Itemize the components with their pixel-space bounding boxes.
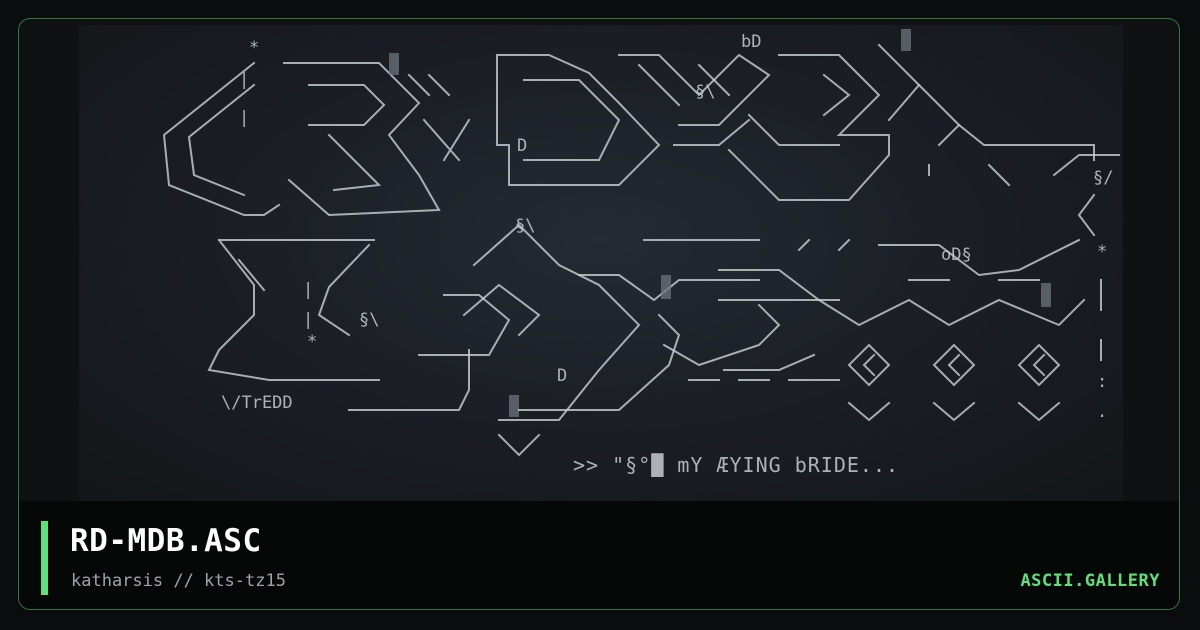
ascii-tag-glyph: §\ xyxy=(359,310,379,330)
card-footer: RD-MDB.ASC katharsis // kts-tz15 ASCII.G… xyxy=(19,501,1179,609)
artwork-title: RD-MDB.ASC xyxy=(70,523,262,559)
artist-credit: katharsis // kts-tz15 xyxy=(71,571,286,591)
ascii-tag-glyph: §\ xyxy=(515,216,535,236)
ascii-shade-block xyxy=(509,395,519,417)
ascii-letters-mid-right: oD§ * : . xyxy=(643,238,1107,422)
ascii-tag-glyph: bD xyxy=(741,32,761,52)
gallery-card: * | | D §\ bD §/ | | * §\ \/TrEDD §\ D o… xyxy=(18,18,1180,610)
ascii-colon-glyph: : xyxy=(1097,372,1107,392)
ascii-shade-block xyxy=(389,53,399,75)
ascii-bar-glyph: | xyxy=(303,310,313,330)
ascii-tag-glyph: §/ xyxy=(1093,168,1113,188)
ascii-tag-glyph: §\ xyxy=(695,82,715,102)
ascii-bar-glyph: | xyxy=(239,70,249,90)
ascii-letters-top-right: bD §/ xyxy=(727,29,1120,237)
ascii-artwork: * | | D §\ bD §/ | | * §\ \/TrEDD §\ D o… xyxy=(79,25,1123,501)
ascii-signature: \/TrEDD xyxy=(221,393,293,413)
ascii-d-glyph: D xyxy=(517,136,527,156)
site-brand-link[interactable]: ASCII.GALLERY xyxy=(1020,571,1160,591)
ascii-dot-glyph: * xyxy=(307,332,317,352)
ascii-letters-top-left: * | | xyxy=(162,38,471,217)
ascii-dot-glyph: . xyxy=(1097,402,1107,422)
ascii-bar-glyph: | xyxy=(239,108,249,128)
ascii-caption: >> "§°█ mY ÆYING bRIDE... xyxy=(573,453,900,477)
ascii-art-drawing: * | | D §\ bD §/ | | * §\ \/TrEDD §\ D o… xyxy=(162,29,1120,457)
ascii-shade-block xyxy=(1041,283,1051,307)
ascii-bar-glyph: | xyxy=(303,280,313,300)
ascii-letters-mid-center: §\ D xyxy=(348,216,781,457)
ascii-shade-block xyxy=(661,275,671,299)
ascii-tag-glyph: oD§ xyxy=(941,245,972,265)
ascii-shade-block xyxy=(901,29,911,51)
ascii-letters-mid-left: | | * §\ \/TrEDD xyxy=(207,238,380,413)
ascii-dot-glyph: * xyxy=(249,38,259,58)
ascii-d-glyph: D xyxy=(557,366,567,386)
ascii-letters-top-center: D §\ xyxy=(496,53,771,186)
accent-bar xyxy=(41,521,48,595)
ascii-dot-glyph: * xyxy=(1097,242,1107,262)
